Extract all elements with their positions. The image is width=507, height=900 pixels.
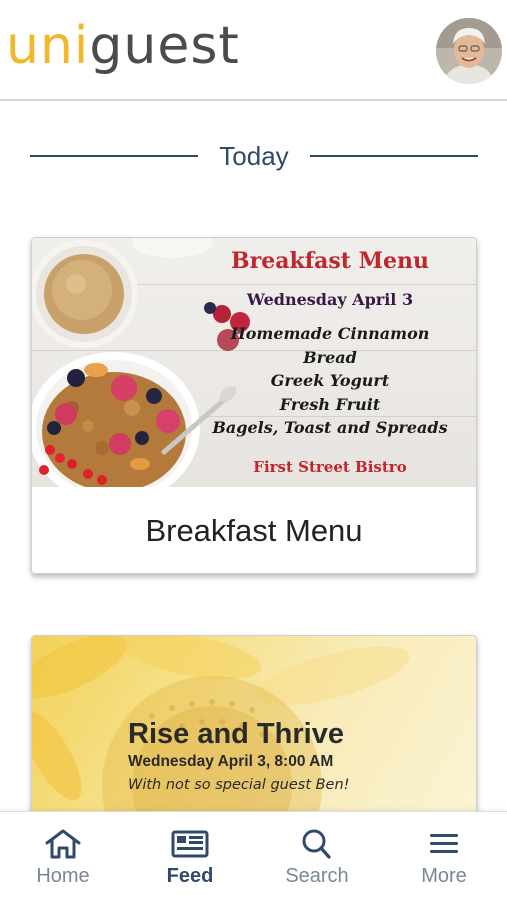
app-screen: uniguest Today Breakfast Menu Wednesday … xyxy=(0,0,507,900)
search-icon xyxy=(302,829,331,859)
home-icon xyxy=(45,829,81,859)
event-subtitle: With not so special guest Ben! xyxy=(128,777,350,793)
nav-search[interactable]: Search xyxy=(254,812,380,900)
section-header-today: Today xyxy=(30,138,478,174)
app-header: uniguest xyxy=(0,0,507,101)
menu-venue: First Street Bistro xyxy=(253,458,407,476)
menu-overlay-text: Breakfast Menu Wednesday April 3 Homemad… xyxy=(182,238,476,487)
nav-more-label: More xyxy=(421,865,467,887)
uniguest-logo[interactable]: uniguest xyxy=(6,14,240,78)
feed-icon xyxy=(171,830,209,858)
event-date: Wednesday April 3, 8:00 AM xyxy=(128,753,334,770)
menu-date: Wednesday April 3 xyxy=(246,290,414,309)
event-image: Rise and Thrive Wednesday April 3, 8:00 … xyxy=(32,636,476,824)
menu-item: Greek Yogurt xyxy=(270,371,390,390)
event-title: Rise and Thrive xyxy=(128,718,344,750)
nav-feed[interactable]: Feed xyxy=(127,812,253,900)
feed-card-breakfast[interactable]: Breakfast Menu Wednesday April 3 Homemad… xyxy=(31,237,477,574)
menu-item: Homemade Cinnamon xyxy=(230,324,430,343)
menu-heading: Breakfast Menu xyxy=(231,248,429,274)
menu-icon xyxy=(430,834,458,853)
menu-item: Fresh Fruit xyxy=(279,394,381,414)
nav-more[interactable]: More xyxy=(381,812,507,900)
logo-uni: uni xyxy=(6,16,90,76)
nav-home[interactable]: Home xyxy=(0,812,126,900)
card-title[interactable]: Breakfast Menu xyxy=(32,487,476,573)
logo-guest: guest xyxy=(89,16,240,76)
menu-item: Bread xyxy=(303,347,357,367)
feed-card-rise-and-thrive[interactable]: Rise and Thrive Wednesday April 3, 8:00 … xyxy=(31,635,477,825)
bottom-nav: Home Feed Search More xyxy=(0,811,507,900)
breakfast-menu-image: Breakfast Menu Wednesday April 3 Homemad… xyxy=(32,238,476,487)
avatar-photo xyxy=(436,18,502,84)
menu-item: Bagels, Toast and Spreads xyxy=(212,418,448,437)
menu-items-list: Homemade Cinnamon Bread Greek Yogurt Fre… xyxy=(182,322,476,440)
section-divider-right xyxy=(310,155,478,157)
nav-search-label: Search xyxy=(285,865,349,887)
nav-feed-label: Feed xyxy=(166,865,214,887)
nav-home-label: Home xyxy=(36,865,90,887)
avatar[interactable] xyxy=(436,18,502,84)
